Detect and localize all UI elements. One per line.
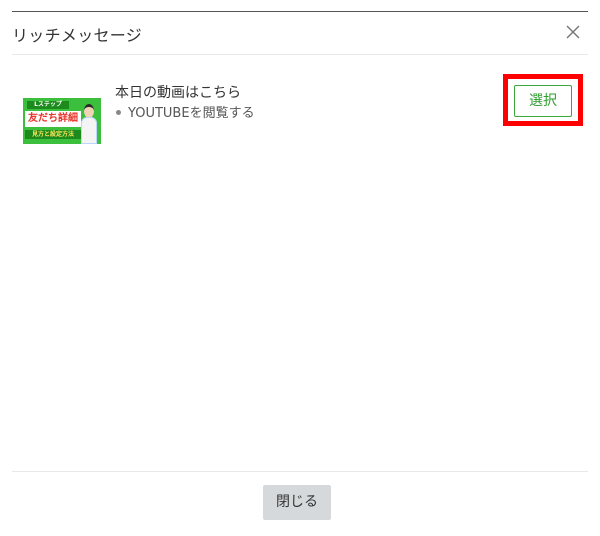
person-head [84, 104, 94, 118]
close-footer-button[interactable]: 閉じる [263, 485, 331, 520]
bullet-icon [116, 110, 121, 115]
item-subtitle: YOUTUBEを閲覧する [128, 106, 255, 121]
list-item: Lステップ 友だち詳細 見方と設定方法 本日の動画はこちら YOUTUBEを閲覧… [12, 74, 588, 156]
thumbnail-person [81, 104, 97, 144]
close-icon [566, 25, 580, 39]
rich-message-modal: リッチメッセージ Lステップ 友だち詳細 見方と設定方法 本日の動画はこちら Y… [0, 0, 600, 536]
modal-footer: 閉じる [12, 471, 588, 536]
close-button[interactable] [562, 21, 584, 43]
modal-header: リッチメッセージ [12, 12, 588, 55]
select-highlight-box: 選択 [503, 74, 583, 126]
message-thumbnail: Lステップ 友だち詳細 見方と設定方法 [23, 98, 101, 144]
modal-title: リッチメッセージ [12, 26, 143, 45]
item-text: 本日の動画はこちら YOUTUBEを閲覧する [115, 84, 255, 122]
thumbnail-tag: Lステップ [27, 101, 69, 109]
thumbnail-banner: 友だち詳細 [25, 111, 81, 127]
item-subtitle-row: YOUTUBEを閲覧する [115, 106, 255, 122]
select-button[interactable]: 選択 [514, 85, 572, 117]
thumbnail-subtitle: 見方と設定方法 [25, 130, 81, 139]
item-title: 本日の動画はこちら [115, 85, 241, 101]
person-body [81, 117, 97, 144]
